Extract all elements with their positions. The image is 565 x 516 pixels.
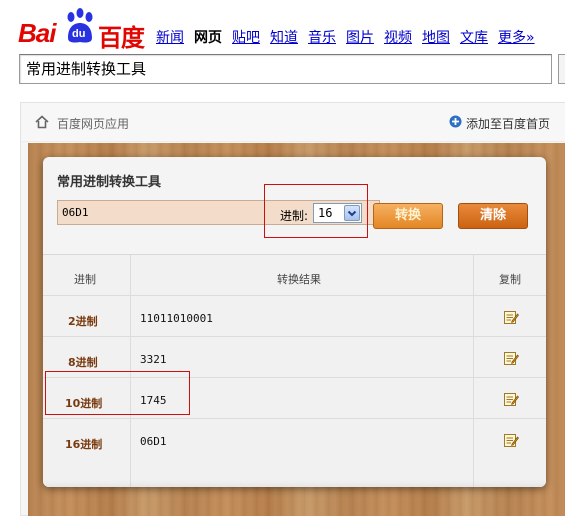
row-base-hex: 16进制 [65, 438, 103, 451]
row-base-octal: 8进制 [68, 356, 98, 369]
row-base-binary: 2进制 [68, 315, 98, 328]
row-result-binary: 11011010001 [140, 312, 213, 325]
home-icon[interactable] [35, 115, 49, 129]
copy-icon[interactable] [503, 391, 519, 407]
nav-map[interactable]: 地图 [422, 27, 450, 47]
search-button-edge[interactable] [558, 54, 565, 84]
header-copy: 复制 [499, 273, 521, 286]
converter-title: 常用进制转换工具 [57, 175, 162, 190]
nav-music[interactable]: 音乐 [308, 27, 336, 47]
copy-icon[interactable] [503, 350, 519, 366]
convert-button[interactable]: 转换 [373, 203, 443, 229]
table-shade [43, 480, 546, 487]
nav-news[interactable]: 新闻 [156, 27, 184, 47]
row-result-hex: 06D1 [140, 435, 167, 448]
logo-text-du: du [72, 28, 86, 40]
nav-wenku[interactable]: 文库 [460, 27, 488, 47]
copy-icon[interactable] [503, 432, 519, 448]
column-divider [473, 255, 474, 487]
annotation-box-decimal [45, 371, 190, 415]
top-nav: 新闻 网页 贴吧 知道 音乐 图片 视频 地图 文库 更多» [156, 27, 545, 47]
clear-button[interactable]: 清除 [458, 203, 528, 229]
annotation-box-base [264, 184, 368, 238]
converter-card: 常用进制转换工具 06D1 进制: 16 转换 清除 进制 转换结果 复制 2进… [43, 157, 546, 487]
row-divider [43, 418, 546, 419]
header-result: 转换结果 [277, 273, 321, 286]
copy-icon[interactable] [503, 309, 519, 325]
search-input[interactable]: 常用进制转换工具 [19, 54, 552, 84]
logo-text-chinese: 百度 [98, 24, 145, 52]
baidu-logo[interactable]: Bai du 百度 [18, 6, 145, 52]
app-bar: 百度网页应用 添加至百度首页 [21, 103, 565, 142]
row-divider [43, 295, 546, 296]
app-bar-title: 百度网页应用 [57, 117, 130, 131]
row-result-octal: 3321 [140, 353, 167, 366]
add-to-homepage-link[interactable]: 添加至百度首页 [466, 115, 550, 132]
header-base: 进制 [74, 273, 96, 286]
logo-text-bai: Bai [18, 18, 56, 48]
plus-circle-icon[interactable] [449, 115, 462, 128]
row-divider [43, 336, 546, 337]
nav-zhidao[interactable]: 知道 [270, 27, 298, 47]
nav-images[interactable]: 图片 [346, 27, 374, 47]
nav-tieba[interactable]: 贴吧 [232, 27, 260, 47]
nav-video[interactable]: 视频 [384, 27, 412, 47]
nav-more[interactable]: 更多» [498, 27, 535, 47]
nav-web[interactable]: 网页 [194, 27, 222, 47]
